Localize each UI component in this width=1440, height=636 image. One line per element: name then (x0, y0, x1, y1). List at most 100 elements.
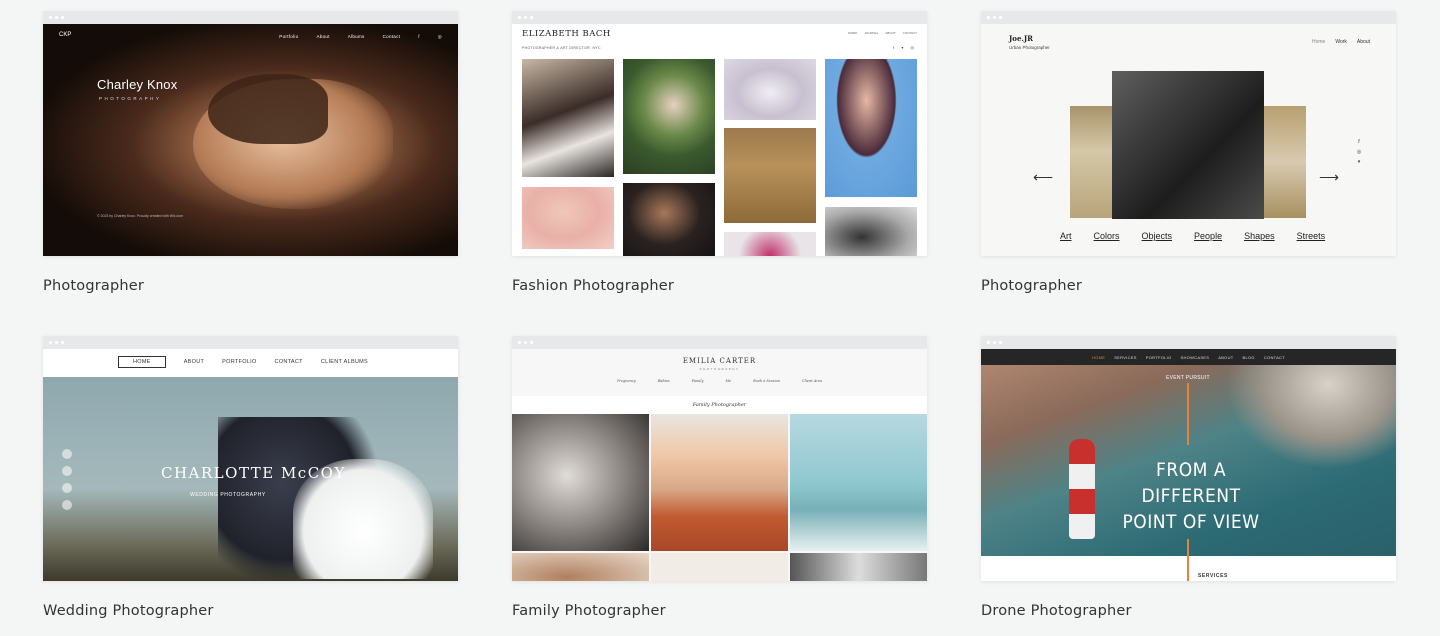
photo-tile (724, 59, 816, 120)
template-thumbnail[interactable]: ELIZABETH BACH PHOTOGRAPHER & ART DIRECT… (512, 11, 927, 256)
social-icons: f ◎ ▾ (1356, 139, 1362, 165)
template-card-photographer-joe-jr[interactable]: Joe.JR Urban Photographer Home Work Abou… (981, 11, 1396, 294)
instagram-icon (62, 500, 72, 510)
preview-nav: HOME ABOUT PORTFOLIO CONTACT CLIENT ALBU… (118, 356, 368, 368)
photo-tile (651, 553, 788, 581)
template-card-fashion-photographer[interactable]: ELIZABETH BACH PHOTOGRAPHER & ART DIRECT… (512, 11, 927, 294)
preview-nav-item: Pregnancy (616, 379, 636, 383)
preview-nav-item: Book a Session (753, 379, 780, 383)
preview-nav-item: Contact (382, 34, 401, 39)
section-title: Family Photographer (512, 396, 927, 414)
preview-nav: WORK JOURNAL ABOUT CONTACT (848, 31, 917, 35)
photo-tile (724, 232, 816, 256)
photo-tile (522, 187, 614, 249)
hero-line: POINT OF VIEW (1122, 511, 1260, 533)
template-caption[interactable]: Photographer (981, 278, 1396, 294)
side-photo-right (1264, 106, 1306, 218)
preview-nav-item: SERVICES (1114, 354, 1137, 360)
template-card-family-photographer[interactable]: EMILIA CARTER PHOTOGRAPHY Pregnancy Babi… (512, 336, 927, 619)
side-photo-left (1070, 106, 1112, 218)
category-link: Shapes (1244, 231, 1275, 241)
accent-line (1187, 383, 1189, 445)
preview-nav-item: JOURNAL (864, 31, 879, 35)
lighthouse-photo (1069, 439, 1095, 539)
preview-nav-item: Portfolio (279, 34, 299, 39)
preview-footer: © 2023 by Charley Knox. Proudly created … (97, 214, 184, 218)
template-card-drone-photographer[interactable]: HOME SERVICES PORTFOLIO SHOWCASES ABOUT … (981, 336, 1396, 619)
preview-nav-item: About (1356, 39, 1370, 45)
preview-nav-item: Me (725, 379, 732, 383)
preview-nav-item: Work (1335, 39, 1347, 45)
preview-nav-item-active: HOME (1092, 354, 1106, 360)
preview-event-label: EVENT PURSUIT (1166, 375, 1210, 381)
template-caption[interactable]: Fashion Photographer (512, 278, 927, 294)
template-preview: ELIZABETH BACH PHOTOGRAPHER & ART DIRECT… (512, 24, 927, 256)
preview-nav-item: Family (691, 379, 704, 383)
accent-line (1187, 539, 1189, 581)
rocks-photo (1226, 349, 1396, 469)
template-thumbnail[interactable]: EMILIA CARTER PHOTOGRAPHY Pregnancy Babi… (512, 336, 927, 581)
preview-subtitle: PHOTOGRAPHY (699, 367, 740, 371)
template-preview: HOME SERVICES PORTFOLIO SHOWCASES ABOUT … (981, 349, 1396, 581)
preview-subtitle: WEDDING PHOTOGRAPHY (190, 492, 266, 498)
portrait-hair (208, 74, 328, 144)
category-links: Art Colors Objects People Shapes Streets (1060, 231, 1325, 241)
instagram-icon: ◎ (437, 34, 442, 39)
preview-subtitle: PHOTOGRAPHER & ART DIRECTOR, NYC (522, 46, 601, 50)
facebook-icon: f (418, 34, 420, 39)
template-caption[interactable]: Photographer (43, 278, 458, 294)
preview-services: SERVICES (1198, 573, 1228, 579)
preview-nav-item: About (316, 34, 330, 39)
arrow-right-icon: ⟶ (1319, 169, 1340, 185)
browser-chrome (981, 336, 1396, 349)
template-card-photographer-charley-knox[interactable]: CKP Portfolio About Albums Contact f ◎ C… (43, 11, 458, 294)
main-photo (1112, 71, 1264, 219)
social-icons: f ▾ ◎ (893, 45, 917, 50)
template-thumbnail[interactable]: HOME ABOUT PORTFOLIO CONTACT CLIENT ALBU… (43, 336, 458, 581)
category-link: Colors (1093, 231, 1120, 241)
preview-logo: Joe.JR (1009, 34, 1034, 43)
photo-tile (512, 414, 649, 551)
category-link: Streets (1296, 231, 1326, 241)
template-caption[interactable]: Drone Photographer (981, 603, 1396, 619)
photo-tile (651, 414, 788, 551)
template-caption[interactable]: Wedding Photographer (43, 603, 458, 619)
photo-tile (825, 207, 917, 256)
template-thumbnail[interactable]: CKP Portfolio About Albums Contact f ◎ C… (43, 11, 458, 256)
template-preview: EMILIA CARTER PHOTOGRAPHY Pregnancy Babi… (512, 349, 927, 581)
browser-chrome (43, 11, 458, 24)
preview-logo-sub: Urban Photographer (1009, 45, 1050, 50)
template-thumbnail[interactable]: HOME SERVICES PORTFOLIO SHOWCASES ABOUT … (981, 336, 1396, 581)
photo-tile (724, 128, 816, 223)
preview-subtitle: PHOTOGRAPHY (99, 96, 162, 101)
photo-tile (512, 553, 649, 581)
preview-nav-item: ABOUT (1218, 354, 1234, 360)
browser-chrome (981, 11, 1396, 24)
preview-nav-item: CONTACT (274, 359, 303, 365)
photo-tile (790, 414, 927, 551)
preview-name: ELIZABETH BACH (522, 29, 611, 39)
preview-nav-item: Client Area (801, 379, 823, 383)
category-link: Art (1060, 231, 1072, 241)
template-gallery: CKP Portfolio About Albums Contact f ◎ C… (0, 0, 1440, 636)
template-thumbnail[interactable]: Joe.JR Urban Photographer Home Work Abou… (981, 11, 1396, 256)
browser-chrome (512, 11, 927, 24)
photo-tile (623, 59, 715, 174)
photo-tile (790, 553, 927, 581)
preview-nav-item-active: HOME (118, 356, 166, 368)
template-preview: HOME ABOUT PORTFOLIO CONTACT CLIENT ALBU… (43, 349, 458, 581)
preview-nav: Pregnancy Babies Family Me Book a Sessio… (512, 379, 927, 383)
preview-nav-item: SHOWCASES (1180, 354, 1210, 360)
preview-nav-item: ABOUT (183, 359, 205, 365)
facebook-icon (62, 449, 72, 459)
preview-nav-item: PORTFOLIO (1145, 354, 1172, 360)
photo-tile (623, 183, 715, 256)
template-card-wedding-photographer[interactable]: HOME ABOUT PORTFOLIO CONTACT CLIENT ALBU… (43, 336, 458, 619)
preview-nav: HOME SERVICES PORTFOLIO SHOWCASES ABOUT … (981, 349, 1396, 365)
hero-line: FROM A DIFFERENT (1141, 459, 1241, 507)
template-preview: Joe.JR Urban Photographer Home Work Abou… (981, 24, 1396, 256)
preview-nav-item: WORK (848, 31, 858, 35)
template-caption[interactable]: Family Photographer (512, 603, 927, 619)
photo-tile (825, 59, 917, 197)
browser-chrome (512, 336, 927, 349)
